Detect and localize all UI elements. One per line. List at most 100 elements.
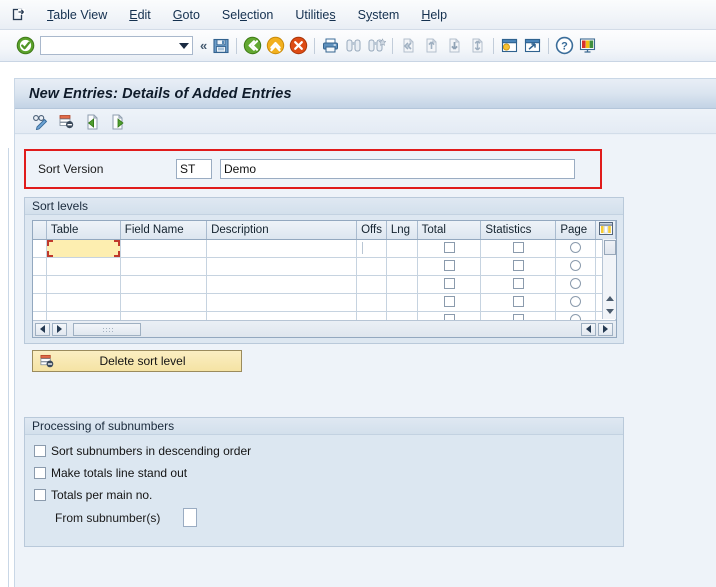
menu-edit[interactable]: Edit (118, 5, 162, 25)
cell-total[interactable] (417, 275, 482, 294)
cell-total[interactable] (417, 293, 482, 312)
next-page-button[interactable] (443, 34, 466, 57)
print-button[interactable] (319, 34, 342, 57)
menu-utilities[interactable]: Utilities (284, 5, 346, 25)
cell-page[interactable] (555, 239, 597, 258)
back-button[interactable] (241, 34, 264, 57)
row-selector[interactable] (33, 257, 47, 276)
checkbox-box[interactable] (34, 467, 46, 479)
cell-lng[interactable] (386, 275, 418, 294)
focused-cell-highlight[interactable] (46, 239, 120, 256)
column-header-offs[interactable]: Offs (356, 221, 387, 240)
layout-customize-icon[interactable] (576, 34, 599, 57)
first-page-button[interactable] (397, 34, 420, 57)
table-horizontal-scrollbar[interactable] (33, 320, 616, 337)
menu-help[interactable]: Help (410, 5, 458, 25)
menu-goto[interactable]: Goto (162, 5, 211, 25)
column-header-description[interactable]: Description (206, 221, 358, 240)
row-scroll-right-button[interactable] (598, 322, 613, 336)
scroll-right-button[interactable] (52, 322, 67, 336)
cell-lng[interactable] (386, 293, 418, 312)
sort-version-key-input[interactable] (176, 159, 212, 179)
horizontal-scroll-track[interactable] (141, 323, 579, 336)
cell-lng[interactable] (386, 239, 418, 258)
double-chevron-left-icon[interactable]: « (197, 38, 209, 53)
row-selector[interactable] (33, 239, 47, 258)
chevron-down-icon[interactable] (176, 37, 192, 54)
menu-table-view[interactable]: Table View (36, 5, 118, 25)
cell-total[interactable] (417, 239, 482, 258)
question-help-icon[interactable]: ? (553, 34, 576, 57)
table-vertical-scrollbar[interactable] (602, 239, 616, 319)
vertical-scroll-thumb[interactable] (604, 240, 616, 255)
column-settings-icon[interactable] (595, 221, 616, 240)
horizontal-scroll-thumb[interactable] (73, 322, 141, 336)
checkbox-make-totals-line-stand-out[interactable]: Make totals line stand out (34, 466, 187, 480)
next-entry-button[interactable] (107, 111, 129, 131)
scroll-down-button[interactable] (604, 305, 616, 318)
scroll-up-button[interactable] (604, 292, 616, 305)
row-selector[interactable] (33, 293, 47, 312)
command-input[interactable] (41, 36, 176, 55)
cell-table[interactable] (46, 257, 121, 276)
column-header-field-name[interactable]: Field Name (120, 221, 208, 240)
menu-system[interactable]: System (347, 5, 411, 25)
display-change-button[interactable] (29, 111, 51, 131)
menu-selection[interactable]: Selection (211, 5, 284, 25)
column-header-page[interactable]: Page (555, 221, 597, 240)
table-row[interactable] (33, 275, 616, 294)
cell-field-name[interactable] (120, 293, 208, 312)
create-shortcut-button[interactable] (521, 34, 544, 57)
select-all-header[interactable] (33, 221, 47, 240)
cell-lng[interactable] (386, 257, 418, 276)
previous-page-button[interactable] (420, 34, 443, 57)
column-header-table[interactable]: Table (46, 221, 121, 240)
column-header-statistics[interactable]: Statistics (480, 221, 557, 240)
row-scroll-left-button[interactable] (581, 322, 596, 336)
cell-page[interactable] (555, 275, 597, 294)
cell-field-name[interactable] (120, 275, 208, 294)
column-header-lng[interactable]: Lng (386, 221, 418, 240)
cancel-button[interactable] (287, 34, 310, 57)
cell-offs[interactable] (356, 257, 387, 276)
last-page-button[interactable] (466, 34, 489, 57)
table-row[interactable] (33, 257, 616, 276)
cell-offs[interactable] (356, 275, 387, 294)
exit-button[interactable] (264, 34, 287, 57)
cell-field-name[interactable] (120, 257, 208, 276)
row-selector[interactable] (33, 275, 47, 294)
cell-table[interactable] (46, 293, 121, 312)
cell-table[interactable] (46, 239, 121, 258)
cell-statistics[interactable] (480, 275, 557, 294)
scroll-left-button[interactable] (35, 322, 50, 336)
delete-entry-button[interactable] (55, 111, 77, 131)
cell-offs[interactable] (356, 239, 387, 258)
from-subnumbers-input[interactable] (183, 508, 197, 527)
cell-page[interactable] (555, 257, 597, 276)
checkbox-box[interactable] (34, 489, 46, 501)
column-header-total[interactable]: Total (417, 221, 482, 240)
cell-offs[interactable] (356, 293, 387, 312)
table-row[interactable] (33, 293, 616, 312)
cell-statistics[interactable] (480, 293, 557, 312)
find-next-button[interactable] (365, 34, 388, 57)
save-button[interactable] (209, 34, 232, 57)
exit-window-icon[interactable] (8, 4, 30, 26)
sort-version-description-input[interactable] (220, 159, 575, 179)
cell-statistics[interactable] (480, 257, 557, 276)
command-field[interactable] (40, 36, 193, 55)
cell-statistics[interactable] (480, 239, 557, 258)
cell-table[interactable] (46, 275, 121, 294)
table-row[interactable] (33, 239, 616, 258)
find-button[interactable] (342, 34, 365, 57)
delete-sort-level-button[interactable]: Delete sort level (32, 350, 242, 372)
previous-entry-button[interactable] (81, 111, 103, 131)
cell-page[interactable] (555, 293, 597, 312)
cell-field-name[interactable] (120, 239, 208, 258)
checkbox-sort-subnumbers-descending[interactable]: Sort subnumbers in descending order (34, 444, 251, 458)
cell-total[interactable] (417, 257, 482, 276)
create-session-button[interactable] (498, 34, 521, 57)
checkbox-box[interactable] (34, 445, 46, 457)
checkbox-totals-per-main-no[interactable]: Totals per main no. (34, 488, 152, 502)
enter-check-icon[interactable] (14, 35, 36, 57)
